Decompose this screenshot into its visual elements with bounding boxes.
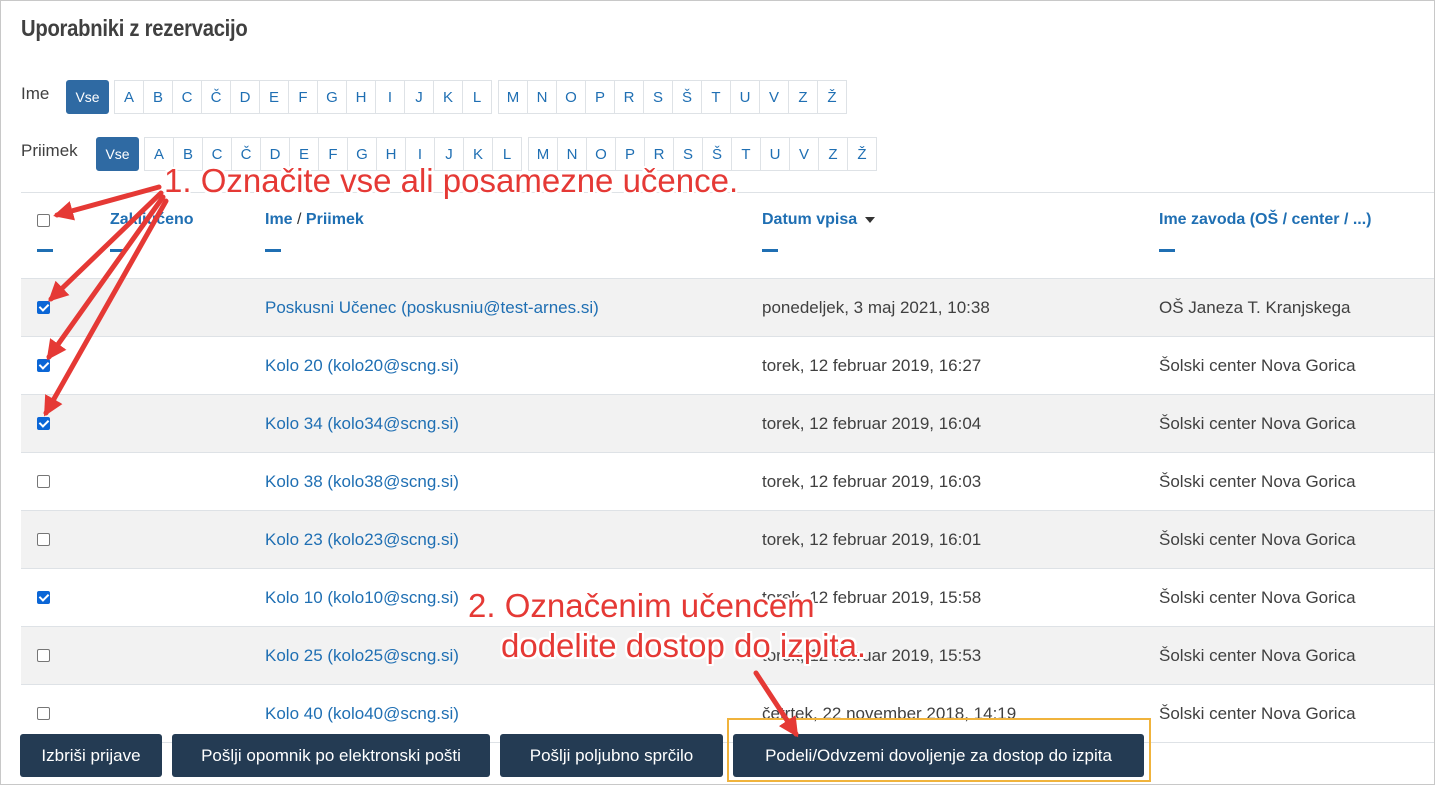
row-select-checkbox[interactable]	[37, 475, 50, 488]
initial-letter-button[interactable]: O	[556, 80, 586, 114]
student-name-link[interactable]: Kolo 34 (kolo34@scng.si)	[265, 395, 459, 452]
collapse-column-select[interactable]	[37, 249, 53, 252]
institution-name: Šolski center Nova Gorica	[1159, 472, 1356, 491]
enrolment-date: ponedeljek, 3 maj 2021, 10:38	[762, 298, 990, 317]
initial-letter-button[interactable]: Š	[672, 80, 702, 114]
table-header: Zaključeno Ime / Priimek Datum vpisa Ime…	[21, 193, 1434, 279]
student-name-link[interactable]: Kolo 10 (kolo10@scng.si)	[265, 569, 459, 626]
student-name-link[interactable]: Kolo 23 (kolo23@scng.si)	[265, 511, 459, 568]
institution-name: Šolski center Nova Gorica	[1159, 530, 1356, 549]
grant-exam-access-button[interactable]: Podeli/Odvzemi dovoljenje za dostop do i…	[733, 734, 1144, 777]
initial-letter-button[interactable]: D	[230, 80, 260, 114]
initial-letter-button[interactable]: F	[288, 80, 318, 114]
institution-name: Šolski center Nova Gorica	[1159, 588, 1356, 607]
initial-letter-button[interactable]: Ž	[847, 137, 877, 171]
initial-letter-button[interactable]: B	[143, 80, 173, 114]
table-row: Kolo 34 (kolo34@scng.si) torek, 12 februa…	[21, 395, 1434, 453]
enrolment-date: torek, 12 februar 2019, 16:27	[762, 356, 982, 375]
initial-letter-button[interactable]: U	[760, 137, 790, 171]
send-reminder-button[interactable]: Pošlji opomnik po elektronski pošti	[172, 734, 490, 777]
initial-letter-button[interactable]: Z	[818, 137, 848, 171]
institution-name: Šolski center Nova Gorica	[1159, 704, 1356, 723]
initial-letter-button[interactable]: R	[614, 80, 644, 114]
page-title: Uporabniki z rezervacijo	[21, 15, 248, 41]
header-institution[interactable]: Ime zavoda (OŠ / center / ...)	[1159, 211, 1372, 229]
initial-all-button[interactable]: Vse	[66, 80, 109, 114]
annotation-step-2-line-2: dodelite dostop do izpita.	[501, 627, 867, 664]
first-name-filter-label: Ime	[21, 84, 50, 103]
collapse-column-institution[interactable]	[1159, 249, 1175, 252]
table-body: Poskusni Učenec (poskusniu@test-arnes.si…	[21, 279, 1434, 743]
initial-letter-button[interactable]: M	[498, 80, 528, 114]
institution-name: Šolski center Nova Gorica	[1159, 414, 1356, 433]
initial-letter-button[interactable]: P	[585, 80, 615, 114]
initial-letter-button[interactable]: J	[404, 80, 434, 114]
initial-letter-button[interactable]: I	[375, 80, 405, 114]
initial-letter-button[interactable]: V	[759, 80, 789, 114]
institution-name: Šolski center Nova Gorica	[1159, 356, 1356, 375]
table-row: Kolo 23 (kolo23@scng.si) torek, 12 februa…	[21, 511, 1434, 569]
row-select-checkbox[interactable]	[37, 301, 50, 314]
institution-name: OŠ Janeza T. Kranjskega	[1159, 298, 1351, 317]
collapse-column-name[interactable]	[265, 249, 281, 252]
student-name-link[interactable]: Kolo 25 (kolo25@scng.si)	[265, 627, 459, 684]
collapse-column-date[interactable]	[762, 249, 778, 252]
institution-name: Šolski center Nova Gorica	[1159, 646, 1356, 665]
header-name-separator: /	[292, 211, 306, 228]
initials-group: ABCČDEFGHIJKL	[114, 80, 492, 114]
sort-last-name-link[interactable]: Priimek	[306, 211, 364, 228]
header-locked[interactable]: Zaključeno	[110, 211, 194, 229]
table-row: Kolo 38 (kolo38@scng.si) torek, 12 februa…	[21, 453, 1434, 511]
sort-first-name-link[interactable]: Ime	[265, 211, 293, 228]
collapse-column-locked[interactable]	[110, 249, 126, 252]
initial-letter-button[interactable]: E	[259, 80, 289, 114]
initial-letter-button[interactable]: L	[462, 80, 492, 114]
annotation-step-2-line-1: 2. Označenim učencem	[468, 587, 815, 624]
row-select-checkbox[interactable]	[37, 417, 50, 430]
annotation-step-1: 1. Označite vse ali posamezne učence.	[164, 162, 739, 199]
send-message-button[interactable]: Pošlji poljubno sprčilo	[500, 734, 723, 777]
initial-letter-button[interactable]: H	[346, 80, 376, 114]
initial-letter-button[interactable]: Č	[201, 80, 231, 114]
student-name-link[interactable]: Kolo 20 (kolo20@scng.si)	[265, 337, 459, 394]
delete-reservations-button[interactable]: Izbriši prijave	[20, 734, 162, 777]
table-row: Kolo 20 (kolo20@scng.si) torek, 12 februa…	[21, 337, 1434, 395]
student-name-link[interactable]: Poskusni Učenec (poskusniu@test-arnes.si…	[265, 279, 599, 336]
row-select-checkbox[interactable]	[37, 533, 50, 546]
initials-group: MNOPRSŠTUVZŽ	[498, 80, 847, 114]
initial-letter-button[interactable]: N	[527, 80, 557, 114]
header-name: Ime / Priimek	[265, 211, 364, 229]
initial-letter-button[interactable]: V	[789, 137, 819, 171]
row-select-checkbox[interactable]	[37, 707, 50, 720]
initial-letter-button[interactable]: C	[172, 80, 202, 114]
last-name-filter-label: Priimek	[21, 141, 78, 160]
sort-desc-icon	[865, 216, 876, 223]
row-select-checkbox[interactable]	[37, 591, 50, 604]
initial-letter-button[interactable]: A	[114, 80, 144, 114]
header-date[interactable]: Datum vpisa	[762, 211, 876, 229]
initial-all-button[interactable]: Vse	[96, 137, 139, 171]
initial-letter-button[interactable]: G	[317, 80, 347, 114]
enrolment-date: torek, 12 februar 2019, 16:03	[762, 472, 982, 491]
initial-letter-button[interactable]: K	[433, 80, 463, 114]
enrolment-date: torek, 12 februar 2019, 16:04	[762, 414, 982, 433]
app-window: Uporabniki z rezervacijo Ime Vse A B C Č D E F G…	[0, 0, 1435, 785]
enrolment-date: torek, 12 februar 2019, 16:01	[762, 530, 982, 549]
table-row: Poskusni Učenec (poskusniu@test-arnes.si…	[21, 279, 1434, 337]
initial-letter-button[interactable]: Ž	[817, 80, 847, 114]
initial-letter-button[interactable]: T	[701, 80, 731, 114]
initial-letter-button[interactable]: U	[730, 80, 760, 114]
student-name-link[interactable]: Kolo 38 (kolo38@scng.si)	[265, 453, 459, 510]
row-select-checkbox[interactable]	[37, 359, 50, 372]
header-date-label: Datum vpisa	[762, 211, 858, 228]
first-name-initials-bar: Vse A B C Č D E F G H I J K L M N O P R S Š T U V Z Ž	[66, 80, 847, 114]
initial-letter-button[interactable]: Z	[788, 80, 818, 114]
select-all-checkbox[interactable]	[37, 214, 50, 227]
row-select-checkbox[interactable]	[37, 649, 50, 662]
initial-letter-button[interactable]: S	[643, 80, 673, 114]
